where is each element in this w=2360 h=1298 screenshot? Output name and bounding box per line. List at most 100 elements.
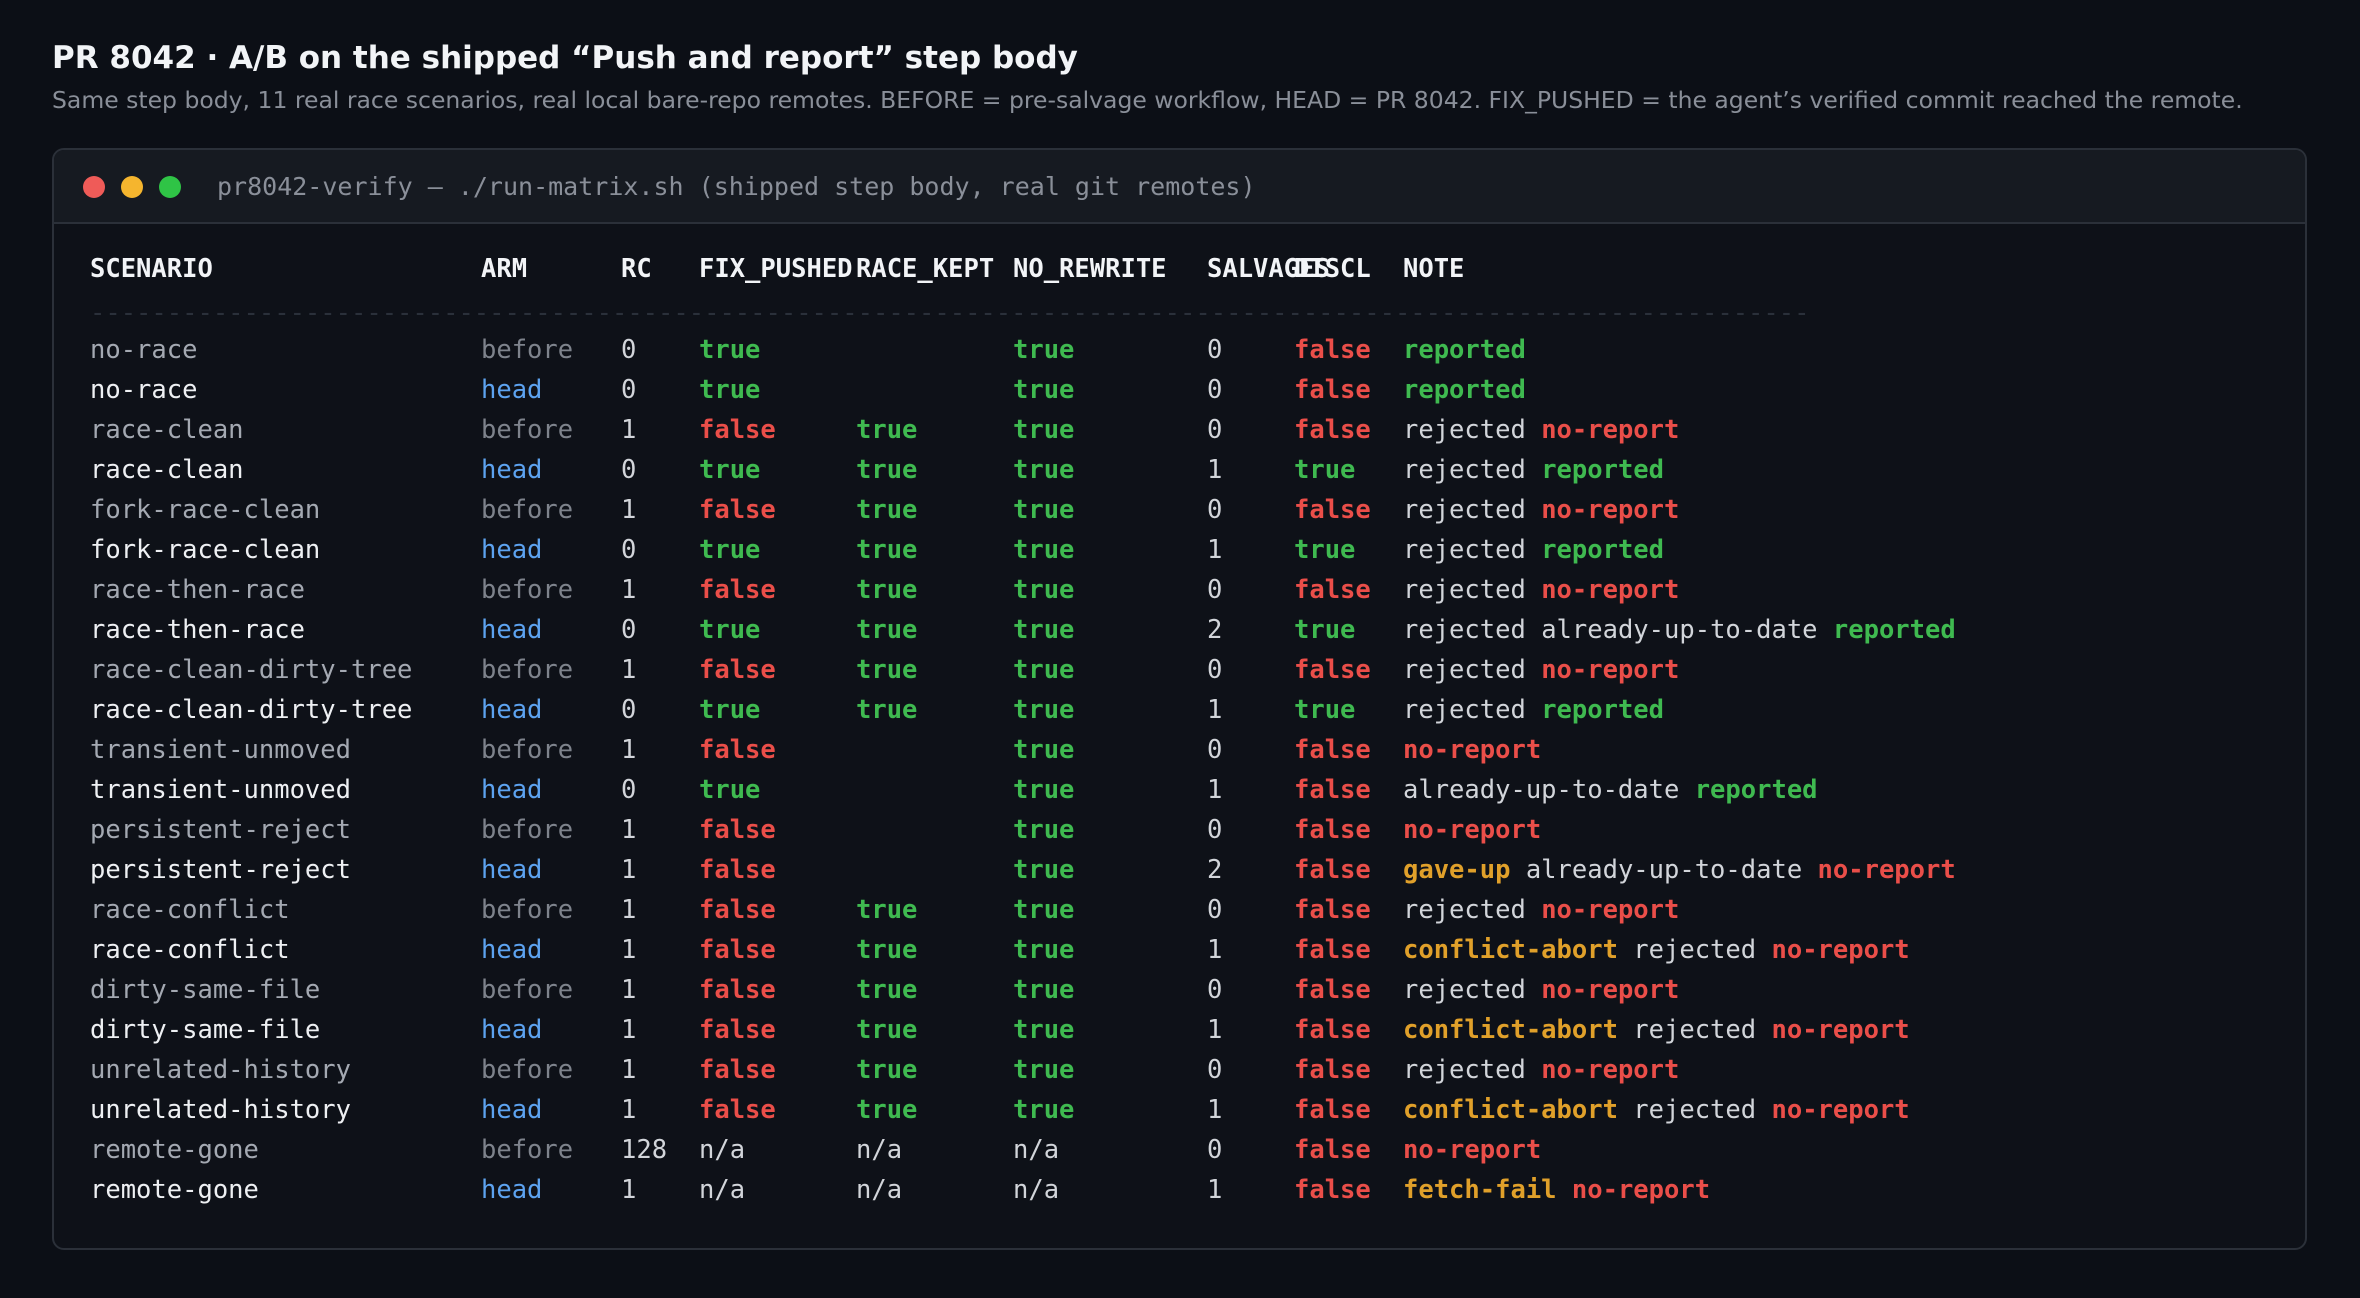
note-token: conflict-abort: [1403, 935, 1618, 965]
arm-cell: head: [481, 855, 543, 885]
race-kept-cell: true: [856, 1055, 918, 1085]
salvages-cell: 0: [1207, 1135, 1223, 1165]
rc-cell: 0: [621, 775, 637, 805]
scenario-cell: unrelated-history: [90, 1095, 351, 1125]
no-rewrite-cell: true: [1013, 335, 1075, 365]
header-scenario: SCENARIO: [90, 254, 213, 284]
scenario-cell: fork-race-clean: [90, 495, 321, 525]
rc-cell: 1: [621, 1055, 637, 1085]
rc-cell: 0: [621, 615, 637, 645]
no-rewrite-cell: true: [1013, 975, 1075, 1005]
arm-cell: before: [481, 975, 574, 1005]
note-cell: no-report: [1403, 815, 1541, 845]
arm-cell: before: [481, 735, 574, 765]
table-row: race-clean head 0 true true true 1 true rejected…: [90, 455, 2240, 491]
note-cell: no-report: [1403, 735, 1541, 765]
header-note: NOTE: [1403, 254, 1465, 284]
table-row: race-clean before 1 false true true 0 false reje…: [90, 415, 2240, 451]
note-cell: rejected no-report: [1403, 895, 1679, 925]
table-row: fork-race-clean head 0 true true true 1 true rej…: [90, 535, 2240, 571]
salvages-cell: 1: [1207, 695, 1223, 725]
salvages-cell: 2: [1207, 855, 1223, 885]
race-kept-cell: true: [856, 1095, 918, 1125]
fix-pushed-cell: true: [699, 775, 761, 805]
discl-cell: false: [1294, 1095, 1371, 1125]
discl-cell: true: [1294, 695, 1356, 725]
note-token: reported: [1403, 375, 1526, 405]
scenario-cell: race-conflict: [90, 935, 290, 965]
scenario-cell: race-conflict: [90, 895, 290, 925]
race-kept-cell: true: [856, 655, 918, 685]
table-row: unrelated-history head 1 false true true 1 fals…: [90, 1095, 2240, 1131]
note-token: no-report: [1771, 1015, 1910, 1045]
rc-cell: 1: [621, 1015, 637, 1045]
race-kept-cell: true: [856, 535, 918, 565]
race-kept-cell: n/a: [856, 1175, 903, 1205]
note-token: rejected: [1633, 935, 1757, 965]
discl-cell: false: [1294, 935, 1371, 965]
scenario-cell: unrelated-history: [90, 1055, 351, 1085]
discl-cell: true: [1294, 455, 1356, 485]
note-token: rejected: [1403, 895, 1526, 925]
fix-pushed-cell: true: [699, 375, 761, 405]
header-race-kept: RACE_KEPT: [856, 254, 995, 284]
fix-pushed-cell: false: [699, 1095, 776, 1125]
race-kept-cell: true: [856, 575, 918, 605]
fix-pushed-cell: n/a: [699, 1175, 746, 1205]
fix-pushed-cell: false: [699, 935, 776, 965]
note-cell: rejected no-report: [1403, 575, 1679, 605]
note-cell: rejected no-report: [1403, 975, 1679, 1005]
discl-cell: false: [1294, 815, 1371, 845]
discl-cell: false: [1294, 895, 1371, 925]
no-rewrite-cell: true: [1013, 495, 1075, 525]
arm-cell: before: [481, 895, 574, 925]
note-cell: rejected reported: [1403, 695, 1664, 725]
scenario-cell: no-race: [90, 335, 198, 365]
salvages-cell: 0: [1207, 895, 1223, 925]
fix-pushed-cell: false: [699, 1055, 776, 1085]
rc-cell: 0: [621, 335, 637, 365]
discl-cell: true: [1294, 535, 1356, 565]
discl-cell: false: [1294, 775, 1371, 805]
salvages-cell: 1: [1207, 1175, 1223, 1205]
note-token: rejected: [1633, 1015, 1757, 1045]
race-kept-cell: true: [856, 1015, 918, 1045]
note-token: no-report: [1541, 895, 1680, 925]
rc-cell: 1: [621, 1095, 637, 1125]
table-row: race-then-race before 1 false true true 0 false…: [90, 575, 2240, 611]
no-rewrite-cell: true: [1013, 615, 1075, 645]
scenario-cell: dirty-same-file: [90, 1015, 321, 1045]
rc-cell: 0: [621, 375, 637, 405]
scenario-cell: remote-gone: [90, 1135, 259, 1165]
no-rewrite-cell: true: [1013, 1095, 1075, 1125]
race-kept-cell: true: [856, 895, 918, 925]
scenario-cell: race-then-race: [90, 615, 305, 645]
rc-cell: 1: [621, 815, 637, 845]
salvages-cell: 0: [1207, 655, 1223, 685]
note-cell: rejected no-report: [1403, 495, 1679, 525]
no-rewrite-cell: true: [1013, 815, 1075, 845]
table-row: race-then-race head 0 true true true 2 true reje…: [90, 615, 2240, 651]
table-row: fork-race-clean before 1 false true true 0 fals…: [90, 495, 2240, 531]
no-rewrite-cell: true: [1013, 735, 1075, 765]
note-token: no-report: [1541, 495, 1680, 525]
table-row: unrelated-history before 1 false true true 0 fa…: [90, 1055, 2240, 1091]
fix-pushed-cell: true: [699, 695, 761, 725]
arm-cell: head: [481, 375, 543, 405]
salvages-cell: 0: [1207, 575, 1223, 605]
table-row: no-race head 0 true true 0 false reported: [90, 375, 2240, 411]
arm-cell: before: [481, 1055, 574, 1085]
salvages-cell: 1: [1207, 1095, 1223, 1125]
fix-pushed-cell: false: [699, 815, 776, 845]
arm-cell: head: [481, 1175, 543, 1205]
note-token: no-report: [1403, 1135, 1542, 1165]
note-cell: rejected reported: [1403, 455, 1664, 485]
note-token: conflict-abort: [1403, 1015, 1618, 1045]
table-row: transient-unmoved before 1 false true 0 false n…: [90, 735, 2240, 771]
no-rewrite-cell: true: [1013, 935, 1075, 965]
rc-cell: 1: [621, 735, 637, 765]
discl-cell: false: [1294, 855, 1371, 885]
fix-pushed-cell: false: [699, 975, 776, 1005]
salvages-cell: 0: [1207, 415, 1223, 445]
no-rewrite-cell: true: [1013, 575, 1075, 605]
